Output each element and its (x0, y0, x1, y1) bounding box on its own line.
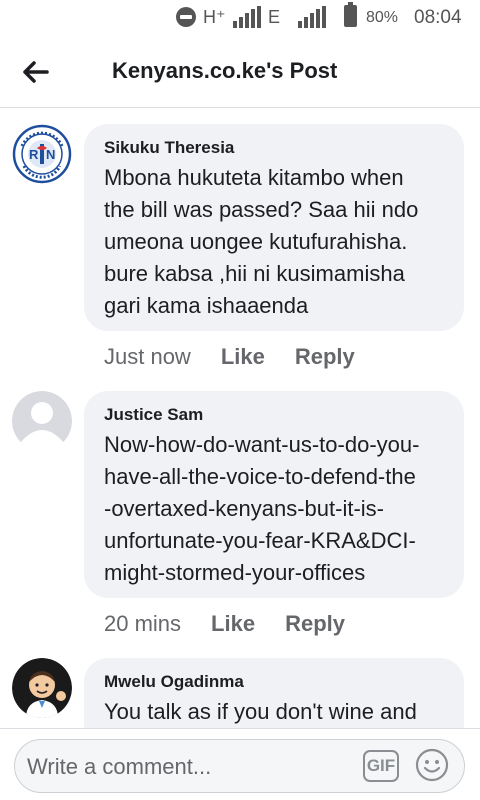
comment-bubble[interactable]: Sikuku Theresia Mbona hukuteta kitambo w… (84, 124, 464, 331)
comment-actions: 20 mins Like Reply (104, 611, 345, 637)
comment-time: 20 mins (104, 611, 182, 636)
comment-input-placeholder: Write a comment... (27, 754, 212, 779)
comment-text: You talk as if you don't wine and (104, 699, 417, 724)
post-header: Kenyans.co.ke's Post (0, 36, 480, 108)
comment-text: Now-how-do-want-us-to-do-you- have-all-t… (104, 432, 420, 585)
avatar[interactable] (12, 658, 72, 718)
battery-percent: 80% (366, 9, 399, 26)
signal-strength-icon-2 (298, 6, 326, 28)
svg-text:R: R (29, 147, 39, 162)
doctor-emoji-avatar (12, 658, 72, 718)
avatar[interactable]: R N (12, 124, 72, 184)
comment-bubble[interactable]: Justice Sam Now-how-do-want-us-to-do-you… (84, 391, 464, 598)
signal-strength-icon (233, 6, 261, 28)
network-type-edge: E (268, 7, 281, 27)
smiley-icon[interactable] (415, 748, 449, 782)
default-user-avatar (12, 391, 72, 451)
svg-text:N: N (46, 147, 55, 162)
reply-button[interactable]: Reply (285, 611, 345, 637)
reply-button[interactable]: Reply (295, 344, 355, 370)
comment-time: Just now (104, 344, 191, 369)
clock: 08:04 (414, 7, 462, 28)
page-title: Kenyans.co.ke's Post (112, 58, 338, 83)
back-button[interactable] (16, 54, 56, 90)
network-type-hplus: H⁺ (203, 7, 226, 27)
like-button[interactable]: Like (221, 344, 265, 370)
comment-actions: Just now Like Reply (104, 344, 355, 370)
gif-button[interactable]: GIF (363, 750, 399, 782)
data-saver-icon (176, 7, 196, 27)
battery-icon (344, 2, 357, 27)
comment-author[interactable]: Mwelu Ogadinma (104, 672, 446, 692)
registered-nurse-badge: R N (12, 124, 72, 184)
comment-input[interactable]: Write a comment... GIF (14, 739, 465, 793)
comment-author[interactable]: Justice Sam (104, 405, 446, 425)
comment-composer: Write a comment... GIF (0, 728, 480, 800)
status-bar: H⁺ E 80% 08:04 (0, 0, 480, 36)
arrow-left-icon (23, 61, 49, 83)
comment-author[interactable]: Sikuku Theresia (104, 138, 446, 158)
avatar[interactable] (12, 391, 72, 451)
like-button[interactable]: Like (211, 611, 255, 637)
comment-text: Mbona hukuteta kitambo when the bill was… (104, 165, 419, 318)
